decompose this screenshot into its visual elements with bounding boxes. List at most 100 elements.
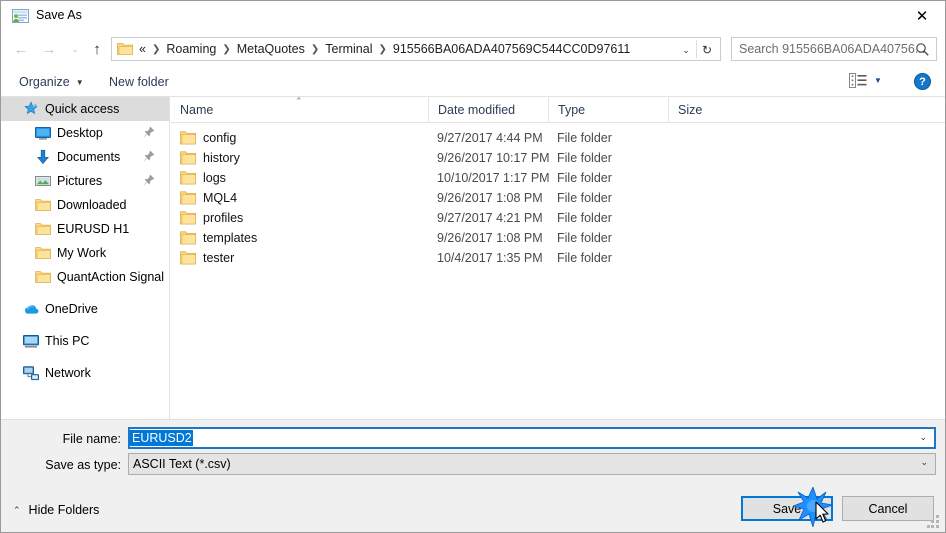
chevron-down-icon[interactable]: ⌄ — [678, 42, 694, 58]
sidebar-item-documents[interactable]: Documents — [1, 145, 169, 169]
save-button[interactable]: Save — [741, 496, 833, 521]
file-list-pane: ⌃ Name Date modified Type Size config 9/2… — [171, 97, 945, 419]
save-as-type-label: Save as type: — [45, 458, 121, 472]
sidebar-item-quick-access[interactable]: Quick access — [1, 97, 169, 121]
sort-ascending-icon: ⌃ — [295, 97, 303, 106]
navigation-pane: Quick access Desktop Documents Pictures Down… — [1, 97, 170, 419]
documents-icon — [35, 149, 51, 165]
thispc-icon — [23, 333, 39, 349]
column-header-size-label: Size — [678, 102, 703, 117]
pin-icon[interactable] — [143, 174, 155, 186]
sidebar-item-label: This PC — [45, 334, 90, 348]
back-icon[interactable]: ← — [9, 38, 33, 60]
cell-name: config — [180, 128, 236, 148]
cell-date: 9/26/2017 1:08 PM — [437, 231, 543, 245]
breadcrumb-roaming[interactable]: Roaming — [162, 40, 220, 58]
organize-button[interactable]: Organize ▼ — [19, 72, 84, 92]
window-title: Save As — [36, 8, 82, 22]
table-row[interactable]: config 9/27/2017 4:44 PM File folder — [171, 128, 945, 148]
table-row[interactable]: profiles 9/27/2017 4:21 PM File folder — [171, 208, 945, 228]
pin-icon[interactable] — [143, 150, 155, 162]
pictures-icon — [35, 173, 51, 189]
table-row[interactable]: templates 9/26/2017 1:08 PM File folder — [171, 228, 945, 248]
cell-type: File folder — [557, 211, 612, 225]
cell-date: 10/10/2017 1:17 PM — [437, 171, 550, 185]
cell-date: 10/4/2017 1:35 PM — [437, 251, 543, 265]
table-row[interactable]: history 9/26/2017 10:17 PM File folder — [171, 148, 945, 168]
organize-label: Organize — [19, 75, 70, 89]
chevron-down-icon[interactable]: ⌄ — [919, 432, 927, 443]
cell-date: 9/27/2017 4:44 PM — [437, 131, 543, 145]
view-layout-icon — [849, 73, 867, 88]
breadcrumb-prefix[interactable]: « — [135, 40, 150, 58]
desktop-icon — [35, 125, 51, 141]
search-box[interactable]: Search 915566BA06ADA40756... — [731, 37, 937, 61]
sidebar-item-desktop[interactable]: Desktop — [1, 121, 169, 145]
search-input[interactable]: Search 915566BA06ADA40756... — [732, 42, 925, 56]
table-row[interactable]: MQL4 9/26/2017 1:08 PM File folder — [171, 188, 945, 208]
cell-name: templates — [180, 228, 257, 248]
title-bar: Save As ✕ — [1, 1, 945, 32]
folder-icon — [180, 251, 196, 265]
dialog-body: Quick access Desktop Documents Pictures Down… — [1, 97, 945, 419]
change-view-button[interactable]: ▼ — [849, 73, 882, 88]
file-name-text: config — [203, 131, 237, 145]
sidebar-item-label: EURUSD H1 — [57, 222, 130, 236]
table-row[interactable]: tester 10/4/2017 1:35 PM File folder — [171, 248, 945, 268]
file-name-text: MQL4 — [203, 191, 238, 205]
chevron-up-icon: ⌃ — [13, 504, 21, 515]
sidebar-item-pictures[interactable]: Pictures — [1, 169, 169, 193]
sidebar-item-label: Documents — [57, 150, 121, 164]
resize-grip[interactable] — [927, 515, 940, 528]
hide-folders-button[interactable]: ⌃ Hide Folders — [13, 503, 99, 517]
sidebar-item-eurusd-h1[interactable]: EURUSD H1 — [1, 217, 169, 241]
up-icon[interactable]: ↑ — [85, 38, 109, 60]
recent-locations-icon[interactable]: ⌄ — [63, 38, 87, 60]
help-button[interactable]: ? — [914, 73, 931, 90]
table-row[interactable]: logs 10/10/2017 1:17 PM File folder — [171, 168, 945, 188]
chevron-down-icon: ▼ — [75, 77, 84, 87]
sidebar-item-onedrive[interactable]: OneDrive — [1, 297, 169, 321]
navigation-bar: ← → ⌄ ↑ « ❯ Roaming ❯ MetaQuotes ❯ Termi… — [1, 32, 945, 66]
save-as-type-select[interactable]: ASCII Text (*.csv) ⌄ — [128, 453, 936, 475]
breadcrumb-separator-icon: ❯ — [151, 43, 161, 55]
column-header-name[interactable]: ⌃ Name — [171, 97, 428, 122]
column-header-name-label: Name — [180, 102, 214, 117]
breadcrumb-terminal[interactable]: Terminal — [321, 40, 376, 58]
breadcrumb-terminal-id[interactable]: 915566BA06ADA407569C544CC0D97611 — [389, 40, 634, 58]
new-folder-button[interactable]: New folder — [109, 72, 169, 92]
sidebar-item-quantaction-signal[interactable]: QuantAction Signal — [1, 265, 169, 289]
column-header-type[interactable]: Type — [548, 97, 668, 122]
cell-name: MQL4 — [180, 188, 237, 208]
column-header-date-modified[interactable]: Date modified — [428, 97, 548, 122]
sidebar-item-network[interactable]: Network — [1, 361, 169, 385]
file-name-label: File name: — [62, 432, 121, 446]
command-toolbar: Organize ▼ New folder ▼ ? — [1, 66, 945, 97]
refresh-icon[interactable]: ↻ — [697, 41, 717, 59]
sidebar-item-label: QuantAction Signal — [57, 270, 165, 284]
sidebar-item-my-work[interactable]: My Work — [1, 241, 169, 265]
sidebar-item-label: Pictures — [57, 174, 103, 188]
close-icon[interactable]: ✕ — [899, 1, 945, 31]
file-name-input[interactable]: EURUSD2 ⌄ — [128, 427, 936, 449]
sidebar-item-downloaded[interactable]: Downloaded — [1, 193, 169, 217]
column-header-size[interactable]: Size — [668, 97, 751, 122]
cell-type: File folder — [557, 191, 612, 205]
forward-icon[interactable]: → — [37, 38, 61, 60]
cancel-button[interactable]: Cancel — [842, 496, 934, 521]
cell-date: 9/26/2017 10:17 PM — [437, 151, 550, 165]
sidebar-item-this-pc[interactable]: This PC — [1, 329, 169, 353]
column-header-type-label: Type — [558, 102, 586, 117]
cell-name: logs — [180, 168, 226, 188]
breadcrumb-metaquotes[interactable]: MetaQuotes — [233, 40, 309, 58]
address-bar[interactable]: « ❯ Roaming ❯ MetaQuotes ❯ Terminal ❯ 91… — [111, 37, 721, 61]
folder-icon — [180, 211, 196, 225]
chevron-down-icon[interactable]: ⌄ — [920, 457, 928, 468]
folder-icon — [35, 221, 51, 237]
sidebar-item-label: Downloaded — [57, 198, 127, 212]
network-icon — [23, 365, 39, 381]
column-header-date-label: Date modified — [438, 102, 516, 117]
sidebar-item-label: My Work — [57, 246, 107, 260]
file-name-value[interactable]: EURUSD2 — [130, 430, 193, 446]
pin-icon[interactable] — [143, 126, 155, 138]
